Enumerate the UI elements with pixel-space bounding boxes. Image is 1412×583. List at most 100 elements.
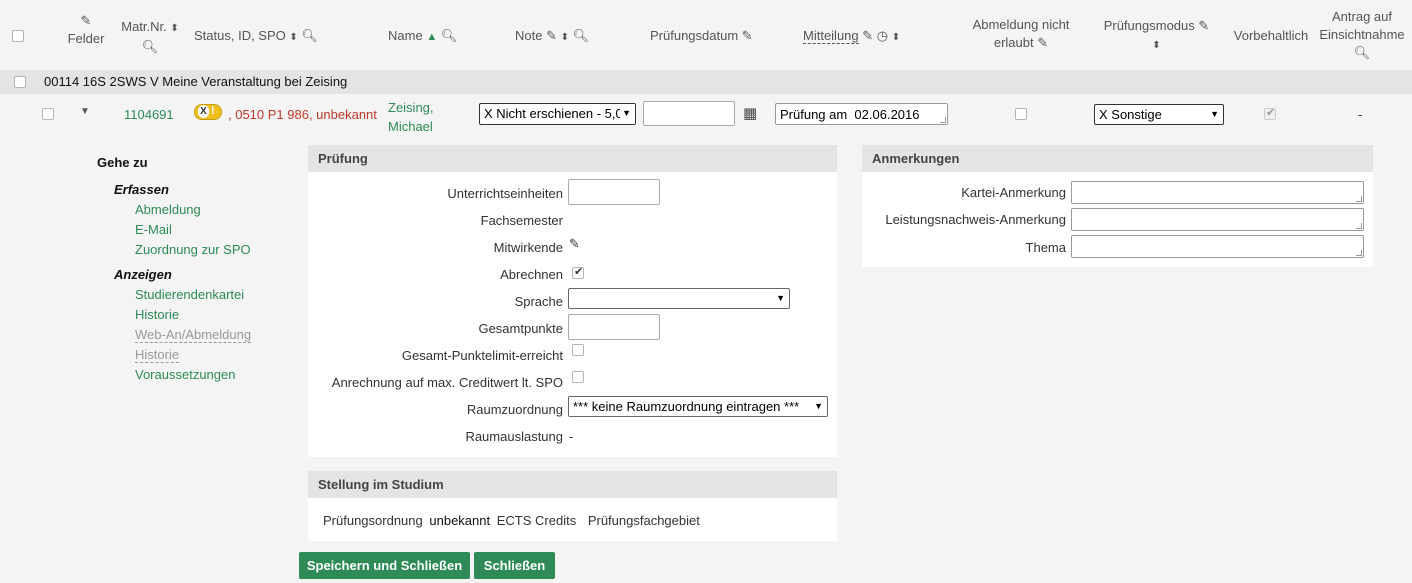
mitteilung-column-header[interactable]: Mitteilung ✎ ◷ ⬍: [803, 27, 928, 47]
thema-label: Thema: [1025, 240, 1066, 255]
group-title: 00114 16S 2SWS V Meine Veranstaltung bei…: [44, 74, 348, 89]
vorbehaltlich-column-header: Vorbehaltlich: [1233, 28, 1309, 43]
nav-link-abmeldung[interactable]: Abmeldung: [135, 202, 201, 217]
status-x-label: X: [198, 105, 209, 118]
pruefung-panel-title: Prüfung: [308, 145, 837, 172]
chevron-down-icon: ▼: [620, 106, 631, 121]
pruefungsordnung-value: unbekannt: [429, 513, 491, 528]
sort-icon[interactable]: ⬍: [561, 32, 569, 43]
antrag-value: -: [1358, 107, 1363, 122]
pencil-icon[interactable]: ✎: [1037, 35, 1048, 50]
pencil-icon: ✎: [80, 13, 92, 28]
pencil-icon[interactable]: ✎: [742, 28, 753, 43]
nav-link-email[interactable]: E-Mail: [135, 222, 172, 237]
search-icon[interactable]: 🔍︎: [1354, 45, 1371, 60]
abmeldung-column-header[interactable]: Abmeldung nicht erlaubt ✎: [960, 16, 1082, 52]
antrag-column-header[interactable]: Antrag auf Einsichtnahme 🔍︎: [1314, 8, 1410, 62]
stellung-row: Prüfungsordnung unbekannt ECTS Credits P…: [323, 513, 700, 528]
row-checkbox[interactable]: [42, 108, 54, 120]
leistungsnachweis-anmerkung-label: Leistungsnachweis-Anmerkung: [885, 212, 1066, 227]
fachgebiet-label: Prüfungsfachgebiet: [587, 513, 700, 528]
resize-handle-icon[interactable]: [1356, 250, 1362, 256]
search-icon[interactable]: 🔍︎: [301, 28, 318, 43]
kartei-anmerkung-textarea[interactable]: [1071, 181, 1364, 204]
gesamtpunkte-label: Gesamtpunkte: [478, 321, 563, 336]
note-column-header[interactable]: Note ✎ ⬍ 🔍︎: [515, 27, 605, 47]
goto-nav-title: Gehe zu: [97, 155, 148, 170]
punktelimit-label: Gesamt-Punktelimit-erreicht: [401, 348, 563, 363]
group-checkbox[interactable]: [14, 76, 26, 88]
nav-link-web-an-abmeldung: Web-An/Abmeldung: [135, 327, 252, 343]
chevron-down-icon: ▼: [814, 401, 823, 411]
nav-section-anzeigen: Anzeigen: [114, 267, 172, 282]
leistungsnachweis-anmerkung-textarea[interactable]: [1071, 208, 1364, 231]
ects-label: ECTS Credits: [496, 513, 577, 528]
kartei-anmerkung-label: Kartei-Anmerkung: [961, 185, 1066, 200]
sort-icon[interactable]: ⬍: [170, 23, 178, 34]
search-icon[interactable]: 🔍︎: [573, 28, 590, 43]
matrnr-column-header[interactable]: Matr.Nr. ⬍ 🔍︎: [112, 18, 188, 56]
punktelimit-checkbox[interactable]: [572, 344, 584, 356]
sort-icon[interactable]: ⬍: [289, 32, 297, 43]
anrechnung-checkbox[interactable]: [572, 371, 584, 383]
clock-icon[interactable]: ◷: [877, 28, 888, 43]
abmeldung-checkbox[interactable]: [1015, 108, 1027, 120]
stellung-panel: Stellung im Studium: [308, 471, 837, 541]
resize-handle-icon[interactable]: [940, 117, 946, 123]
nav-section-erfassen: Erfassen: [114, 182, 169, 197]
raumauslastung-value: -: [569, 429, 574, 444]
pruefungsmodus-column-header[interactable]: Prüfungsmodus ✎ ⬍: [1094, 17, 1219, 55]
pencil-icon[interactable]: ✎: [862, 28, 873, 43]
sort-icon[interactable]: ⬍: [892, 32, 900, 43]
search-icon[interactable]: 🔍︎: [142, 39, 159, 54]
chevron-down-icon: ▼: [776, 293, 785, 303]
unterrichtseinheiten-label: Unterrichtseinheiten: [447, 186, 563, 201]
expand-toggle-icon[interactable]: ▼: [80, 106, 90, 117]
sort-icon[interactable]: ⬍: [1152, 40, 1160, 51]
abrechnen-checkbox[interactable]: [572, 265, 584, 279]
felder-column-header[interactable]: ✎ Felder: [64, 12, 108, 48]
gesamtpunkte-input[interactable]: [568, 314, 660, 340]
matrnr-value[interactable]: 1104691: [124, 107, 174, 122]
mitteilung-textarea[interactable]: Prüfung am 02.06.2016: [775, 103, 948, 125]
vorbehaltlich-checkbox[interactable]: [1264, 106, 1276, 120]
unterrichtseinheiten-input[interactable]: [568, 179, 660, 205]
anrechnung-label: Anrechnung auf max. Creditwert lt. SPO: [331, 375, 563, 390]
calendar-icon[interactable]: ▦: [743, 104, 757, 122]
sort-asc-icon[interactable]: ▲: [426, 31, 437, 43]
anmerkungen-panel-title: Anmerkungen: [862, 145, 1373, 172]
nav-link-historie[interactable]: Historie: [135, 307, 179, 322]
resize-handle-icon[interactable]: [1356, 196, 1362, 202]
resize-handle-icon[interactable]: [1356, 223, 1362, 229]
nav-link-voraussetzungen[interactable]: Voraussetzungen: [135, 367, 235, 382]
chevron-down-icon: ▼: [1210, 109, 1219, 119]
thema-textarea[interactable]: [1071, 235, 1364, 258]
pencil-icon[interactable]: ✎: [1198, 18, 1209, 33]
pruefungsdatum-column-header[interactable]: Prüfungsdatum ✎: [650, 27, 765, 45]
name-column-header[interactable]: Name ▲ 🔍︎: [388, 27, 468, 46]
spo-value: , 0510 P1 986, unbekannt: [228, 107, 377, 122]
pencil-icon[interactable]: ✎: [569, 236, 580, 252]
mitwirkende-label: Mitwirkende: [493, 240, 563, 255]
raumzuordnung-select[interactable]: *** keine Raumzuordnung eintragen *** ▼: [568, 396, 828, 417]
nav-link-historie-2: Historie: [135, 347, 180, 363]
status-column-header[interactable]: Status, ID, SPO ⬍ 🔍︎: [194, 27, 324, 47]
close-button[interactable]: Schließen: [474, 552, 555, 579]
nav-link-studierendenkartei[interactable]: Studierendenkartei: [135, 287, 244, 302]
pencil-icon[interactable]: ✎: [546, 28, 557, 43]
raumzuordnung-label: Raumzuordnung: [466, 402, 563, 417]
nav-link-zuordnung-spo[interactable]: Zuordnung zur SPO: [135, 242, 251, 257]
stellung-panel-title: Stellung im Studium: [308, 471, 837, 498]
note-select[interactable]: X Nicht erschienen - 5,0 ▼: [479, 103, 636, 125]
sprache-select[interactable]: ▼: [568, 288, 790, 309]
fachsemester-label: Fachsemester: [480, 213, 563, 228]
abrechnen-label: Abrechnen: [500, 267, 563, 282]
pruefungsmodus-select[interactable]: X Sonstige ▼: [1094, 104, 1224, 125]
select-all-checkbox[interactable]: [12, 30, 24, 42]
save-and-close-button[interactable]: Speichern und Schließen: [299, 552, 470, 579]
pruefungsdatum-input[interactable]: [643, 101, 735, 126]
status-badge: X !: [194, 104, 222, 120]
student-name[interactable]: Zeising, Michael: [388, 98, 434, 136]
warning-icon: !: [211, 105, 215, 117]
search-icon[interactable]: 🔍︎: [441, 28, 458, 43]
